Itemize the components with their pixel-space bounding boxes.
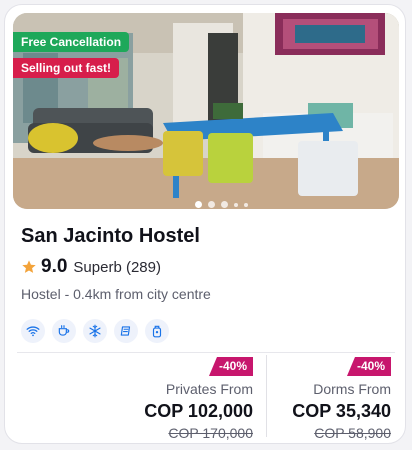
gallery-dot[interactable] <box>234 202 238 207</box>
star-icon <box>22 260 36 273</box>
privates-discount-badge: -40% <box>208 357 253 376</box>
privates-label: Privates From <box>165 381 253 397</box>
dorms-price-column[interactable]: -40% Dorms From COP 35,340 COP 58,900 <box>261 355 391 441</box>
dorms-price: COP 35,340 <box>292 401 391 421</box>
selling-out-badge: Selling out fast! <box>13 58 119 78</box>
snowflake-icon <box>89 324 101 338</box>
price-section: -40% Privates From COP 102,000 COP 170,0… <box>17 355 395 441</box>
amenity-lockers <box>145 319 169 343</box>
gallery-dot[interactable] <box>208 201 215 208</box>
hostel-photo[interactable]: Free Cancellation Selling out fast! <box>13 13 399 209</box>
privates-price: COP 102,000 <box>144 401 253 421</box>
linen-icon <box>120 326 131 336</box>
gallery-dot[interactable] <box>195 201 202 208</box>
amenity-linen <box>114 319 138 343</box>
gallery-pagination[interactable] <box>195 201 248 208</box>
amenity-wifi <box>21 319 45 343</box>
rating-score: 9.0 <box>41 256 68 277</box>
privates-original-price: COP 170,000 <box>168 425 253 441</box>
rating-row: 9.0 Superb (289) <box>21 256 161 278</box>
coffee-cup-icon <box>58 325 70 336</box>
dorms-discount-badge: -40% <box>346 357 391 376</box>
wifi-icon <box>26 326 40 337</box>
amenity-breakfast <box>52 319 76 343</box>
gallery-dot[interactable] <box>221 201 228 208</box>
hostel-name[interactable]: San Jacinto Hostel <box>21 225 200 248</box>
dorms-label: Dorms From <box>313 381 391 397</box>
dorms-original-price: COP 58,900 <box>314 425 391 441</box>
free-cancellation-badge: Free Cancellation <box>13 32 130 52</box>
amenities-list <box>21 319 169 343</box>
gallery-dot[interactable] <box>244 202 248 207</box>
locker-icon <box>152 325 162 338</box>
hostel-location: Hostel - 0.4km from city centre <box>21 286 211 302</box>
amenity-air-conditioning <box>83 319 107 343</box>
hostel-card[interactable]: Free Cancellation Selling out fast! San … <box>4 4 406 444</box>
privates-price-column[interactable]: -40% Privates From COP 102,000 COP 170,0… <box>73 355 253 441</box>
section-divider <box>17 352 395 353</box>
rating-label: Superb (289) <box>73 258 161 276</box>
